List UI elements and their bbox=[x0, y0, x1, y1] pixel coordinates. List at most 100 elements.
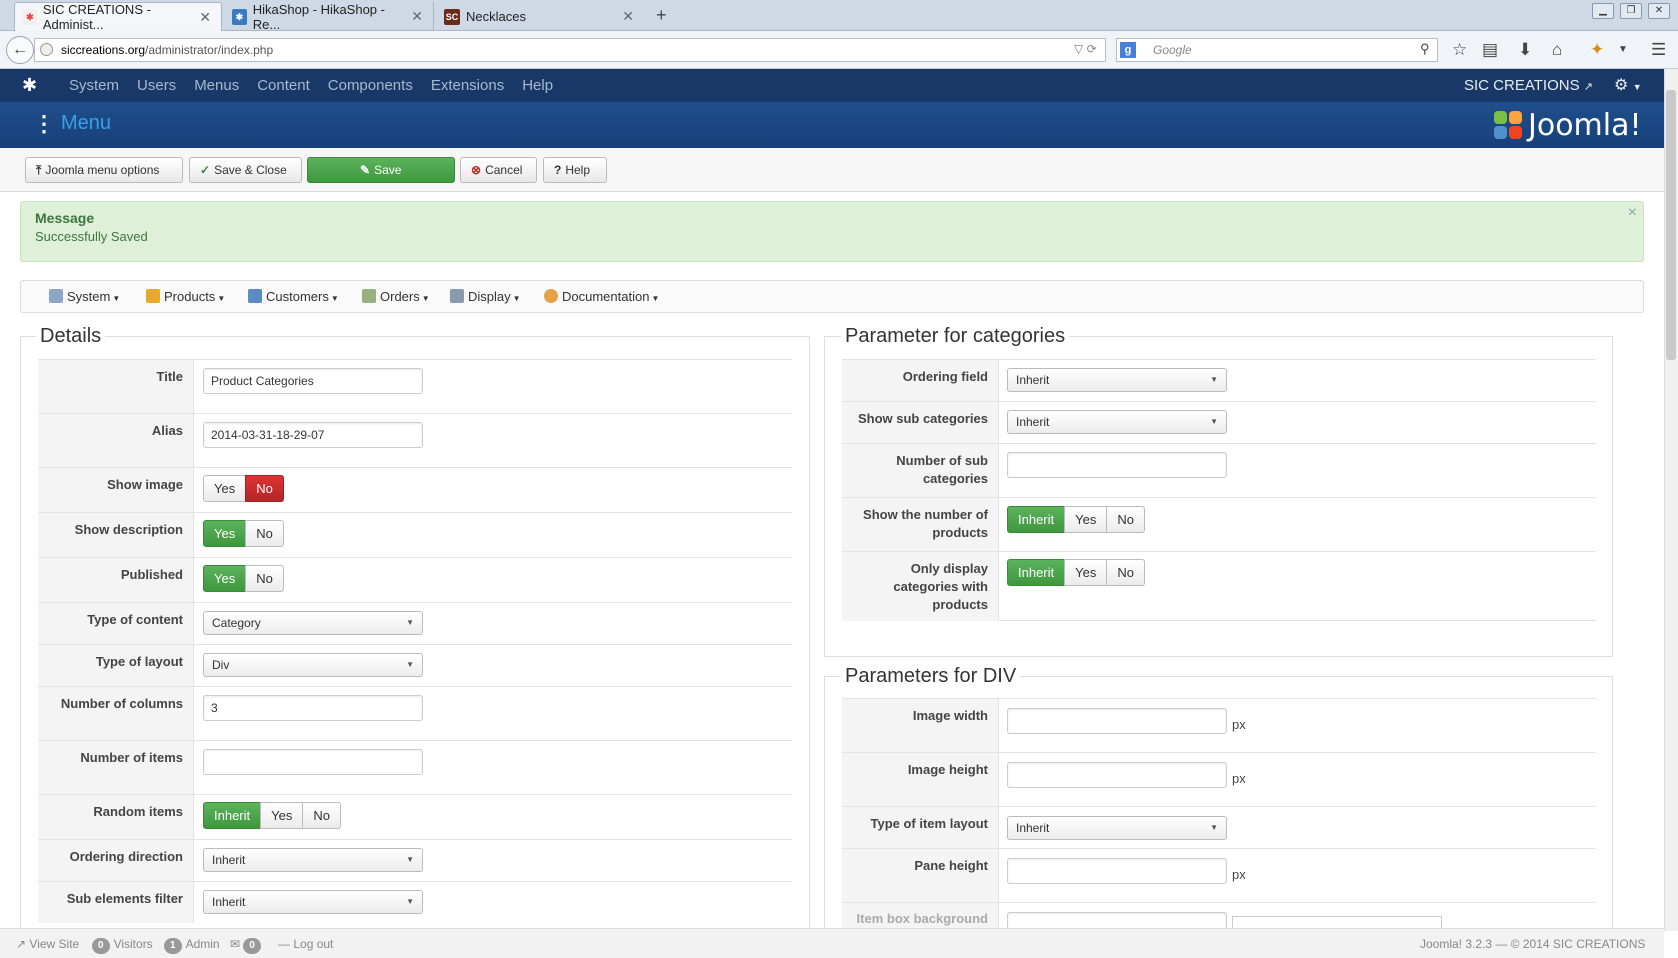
field-label: Image height bbox=[842, 753, 999, 806]
yes-option[interactable]: Yes bbox=[203, 520, 247, 547]
logout-link[interactable]: — Log out bbox=[278, 929, 333, 958]
search-icon[interactable]: ⚲ bbox=[1420, 41, 1430, 57]
alias-input[interactable]: 2014-03-31-18-29-07 bbox=[203, 422, 423, 448]
browser-tab-necklaces[interactable]: SC Necklaces ✕ bbox=[436, 2, 644, 31]
yes-option[interactable]: Yes bbox=[1064, 559, 1108, 586]
type-layout-select[interactable]: Div ▼ bbox=[203, 653, 423, 677]
field-label: Ordering field bbox=[842, 360, 999, 401]
no-option[interactable]: No bbox=[245, 520, 284, 547]
admin-menu-extensions[interactable]: Extensions bbox=[422, 69, 513, 102]
search-input[interactable]: Google bbox=[1116, 38, 1438, 62]
dropdown-icon[interactable]: ▼ bbox=[1618, 44, 1628, 55]
browser-tab-hikashop[interactable]: ✱ HikaShop - HikaShop - Re... ✕ bbox=[224, 2, 434, 32]
menu-toggle-icon[interactable]: ⋮ bbox=[33, 113, 55, 135]
gear-icon[interactable]: ⚙ ▼ bbox=[1614, 69, 1642, 104]
message-heading: Message bbox=[35, 210, 95, 226]
scrollbar-thumb[interactable] bbox=[1666, 90, 1676, 360]
published-toggle: Yes No bbox=[203, 565, 284, 592]
title-input[interactable]: Product Categories bbox=[203, 368, 423, 394]
admin-menu-system[interactable]: System bbox=[60, 69, 128, 102]
chevron-down-icon: ▼ bbox=[1210, 375, 1218, 384]
admin-menu-help[interactable]: Help bbox=[513, 69, 562, 102]
close-tab-icon[interactable]: ✕ bbox=[191, 9, 211, 26]
close-tab-icon[interactable]: ✕ bbox=[614, 8, 634, 25]
ordering-direction-select[interactable]: Inherit ▼ bbox=[203, 848, 423, 872]
select-value: Inherit bbox=[1016, 821, 1050, 835]
messages-status[interactable]: ✉ 0 bbox=[230, 929, 265, 958]
ordering-field-select[interactable]: Inherit ▼ bbox=[1007, 368, 1227, 392]
yes-option[interactable]: Yes bbox=[260, 802, 304, 829]
reload-icon[interactable]: ▽ ⟳ bbox=[1074, 42, 1097, 56]
yes-option[interactable]: Yes bbox=[203, 475, 247, 502]
site-link[interactable]: SIC CREATIONS ↗ bbox=[1464, 69, 1593, 104]
item-box-bg-input[interactable] bbox=[1007, 912, 1227, 928]
close-window-icon[interactable]: ✕ bbox=[1648, 3, 1670, 19]
joomla-favicon-icon: ✱ bbox=[23, 9, 37, 25]
download-icon[interactable]: ⬇ bbox=[1518, 40, 1532, 60]
no-option[interactable]: No bbox=[1106, 506, 1145, 533]
home-icon[interactable]: ⌂ bbox=[1552, 40, 1562, 60]
hika-menu-customers[interactable]: Customers ▼ bbox=[248, 281, 339, 315]
inherit-option[interactable]: Inherit bbox=[1007, 559, 1066, 586]
yes-option[interactable]: Yes bbox=[1064, 506, 1108, 533]
inherit-option[interactable]: Inherit bbox=[1007, 506, 1066, 533]
button-label: Cancel bbox=[485, 163, 523, 177]
no-option[interactable]: No bbox=[245, 565, 284, 592]
sub-filter-select[interactable]: Inherit ▼ bbox=[203, 890, 423, 914]
pane-height-input[interactable] bbox=[1007, 858, 1227, 884]
num-sub-input[interactable] bbox=[1007, 452, 1227, 478]
hika-menu-display[interactable]: Display ▼ bbox=[450, 281, 521, 315]
categories-legend: Parameter for categories bbox=[841, 325, 1070, 348]
save-close-button[interactable]: ✓ Save & Close bbox=[189, 157, 302, 183]
no-option[interactable]: No bbox=[302, 802, 341, 829]
num-columns-input[interactable]: 3 bbox=[203, 695, 423, 721]
no-option[interactable]: No bbox=[245, 475, 284, 502]
admin-menu-components[interactable]: Components bbox=[319, 69, 422, 102]
close-tab-icon[interactable]: ✕ bbox=[403, 8, 423, 25]
new-tab-icon[interactable]: + bbox=[656, 5, 667, 26]
admin-menu-users[interactable]: Users bbox=[128, 69, 185, 102]
image-width-input[interactable] bbox=[1007, 708, 1227, 734]
admin-menu-menus[interactable]: Menus bbox=[185, 69, 248, 102]
yes-option[interactable]: Yes bbox=[203, 565, 247, 592]
cancel-button[interactable]: ⊗ Cancel bbox=[460, 157, 537, 183]
minimize-icon[interactable]: ▁ bbox=[1592, 3, 1614, 19]
admin-menu-content[interactable]: Content bbox=[248, 69, 319, 102]
google-icon[interactable]: g bbox=[1120, 42, 1136, 58]
select-value: Inherit bbox=[1016, 415, 1050, 429]
url-bar[interactable]: siccreations.org/administrator/index.php bbox=[34, 38, 1106, 62]
color-swatch[interactable] bbox=[1232, 916, 1442, 928]
show-sub-select[interactable]: Inherit ▼ bbox=[1007, 410, 1227, 434]
inherit-option[interactable]: Inherit bbox=[203, 802, 262, 829]
no-option[interactable]: No bbox=[1106, 559, 1145, 586]
type-content-select[interactable]: Category ▼ bbox=[203, 611, 423, 635]
bookmarks-list-icon[interactable]: ▤ bbox=[1482, 40, 1498, 60]
messages-badge: 0 bbox=[243, 938, 261, 954]
num-items-input[interactable] bbox=[203, 749, 423, 775]
image-height-input[interactable] bbox=[1007, 762, 1227, 788]
browser-tab-admin[interactable]: ✱ SIC CREATIONS - Administ... ✕ bbox=[14, 2, 222, 32]
hamburger-menu-icon[interactable]: ☰ bbox=[1651, 40, 1666, 60]
joomla-logo-icon[interactable]: ✱ bbox=[22, 75, 37, 96]
extension-icon[interactable]: ✦ bbox=[1590, 40, 1604, 60]
hika-menu-system[interactable]: System ▼ bbox=[49, 281, 120, 315]
site-name: SIC CREATIONS bbox=[1464, 77, 1580, 94]
joomla-menu-options-button[interactable]: ⤒ Joomla menu options bbox=[25, 157, 183, 183]
button-label: Help bbox=[565, 163, 591, 177]
item-layout-select[interactable]: Inherit ▼ bbox=[1007, 816, 1227, 840]
select-value: Inherit bbox=[212, 895, 246, 909]
restore-icon[interactable]: ❐ bbox=[1620, 3, 1642, 19]
question-icon: ? bbox=[554, 163, 562, 177]
bookmark-star-icon[interactable]: ☆ bbox=[1452, 40, 1467, 60]
button-label: Save & Close bbox=[214, 163, 287, 177]
close-icon[interactable]: × bbox=[1628, 204, 1637, 222]
hika-menu-documentation[interactable]: Documentation ▼ bbox=[544, 281, 659, 315]
visitors-status: 0 Visitors bbox=[92, 929, 153, 958]
help-button[interactable]: ? Help bbox=[543, 157, 607, 183]
hika-menu-products[interactable]: Products ▼ bbox=[146, 281, 225, 315]
back-arrow-icon[interactable]: ← bbox=[6, 36, 34, 64]
view-site-link[interactable]: ↗ View Site bbox=[16, 929, 79, 958]
select-value: Category bbox=[212, 616, 261, 630]
hika-menu-orders[interactable]: Orders ▼ bbox=[362, 281, 430, 315]
save-button[interactable]: ✎ Save bbox=[307, 157, 455, 183]
